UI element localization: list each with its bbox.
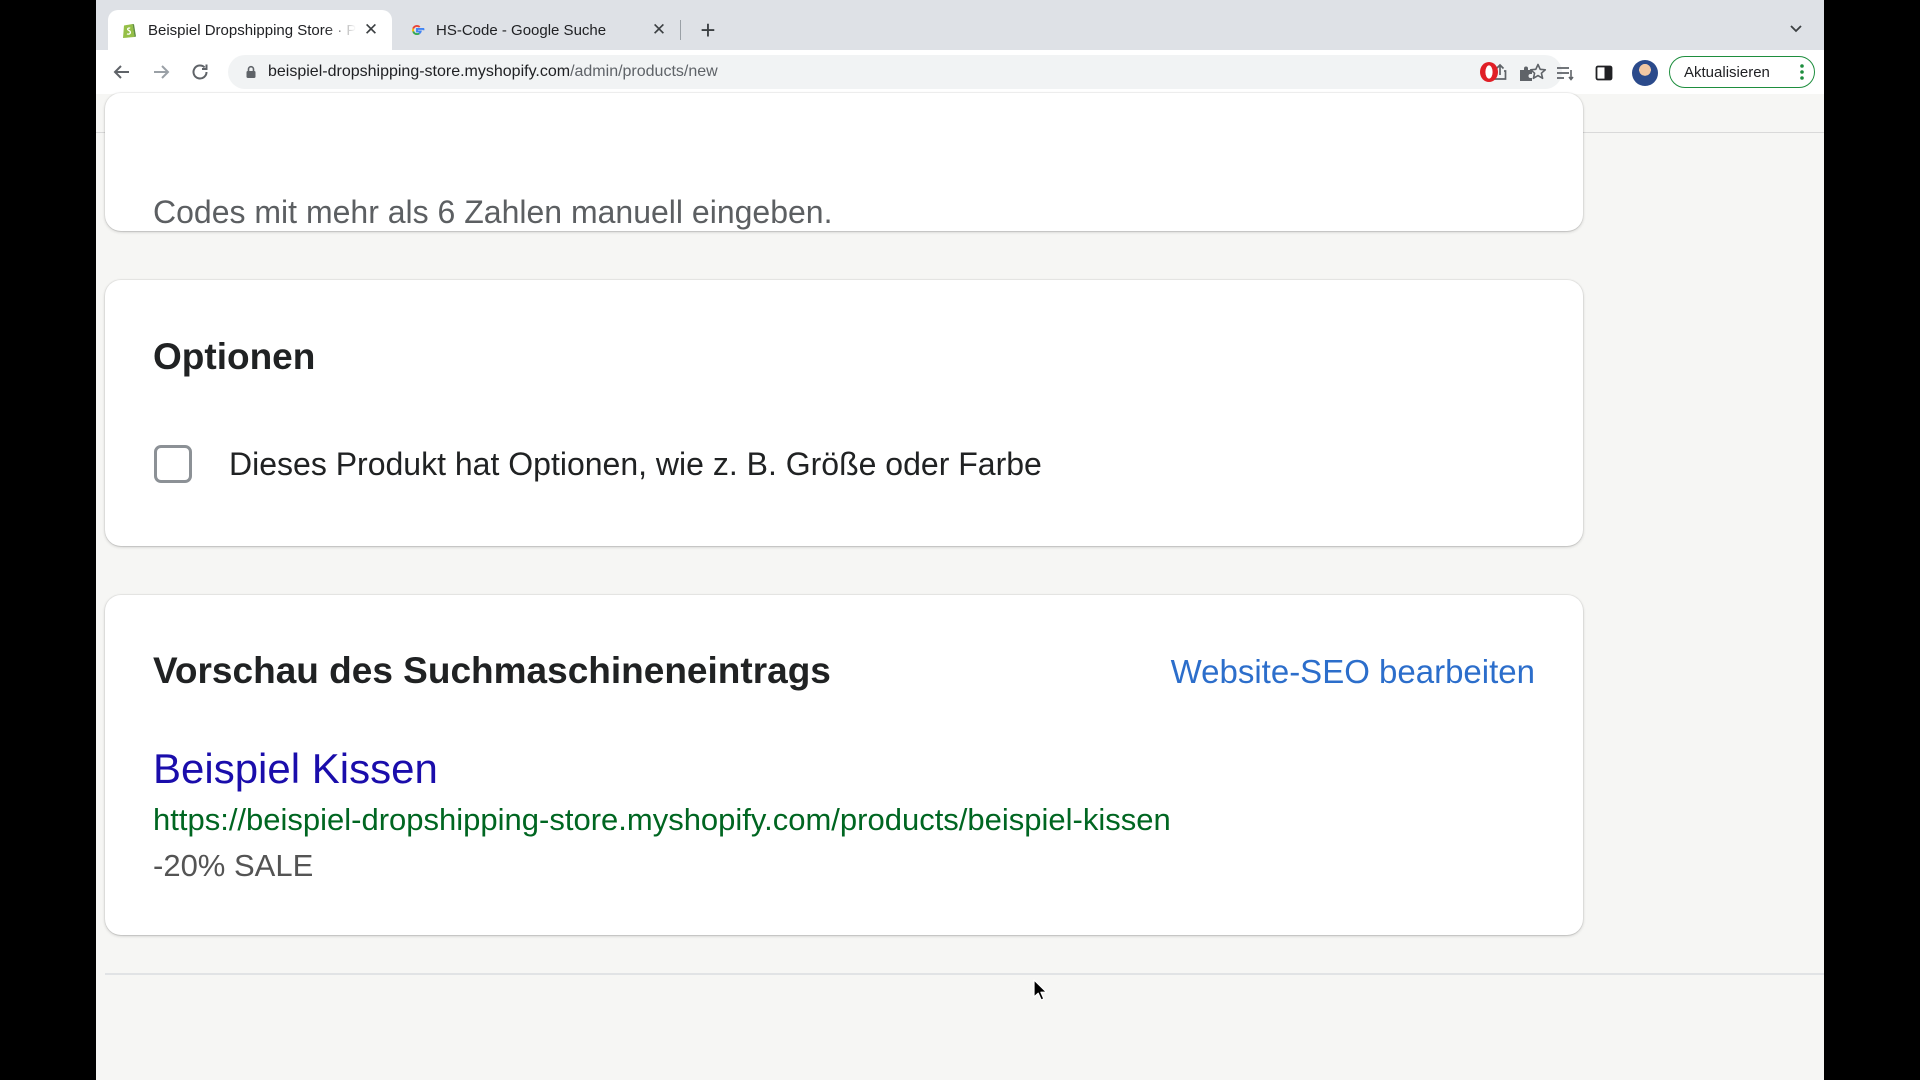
chevron-down-icon[interactable] xyxy=(1786,18,1806,38)
shopify-icon xyxy=(123,24,136,38)
tab-strip: Beispiel Dropshipping Store · Produkt hi… xyxy=(96,0,1824,50)
seo-preview-url: https://beispiel-dropshipping-store.mysh… xyxy=(153,802,1171,837)
hs-code-card: Codes mit mehr als 6 Zahlen manuell eing… xyxy=(105,93,1583,231)
edit-seo-link[interactable]: Website-SEO bearbeiten xyxy=(1171,653,1535,691)
update-button[interactable]: Aktualisieren xyxy=(1669,56,1815,88)
more-menu-icon[interactable] xyxy=(1800,62,1804,82)
tab-title: Beispiel Dropshipping Store · Produkt hi… xyxy=(148,21,356,39)
has-options-checkbox[interactable] xyxy=(154,445,192,483)
seo-preview-card: Vorschau des Suchmaschineneintrags Websi… xyxy=(105,595,1583,935)
reload-icon[interactable] xyxy=(188,60,212,84)
options-title: Optionen xyxy=(153,336,316,377)
tab-google[interactable]: HS-Code - Google Suche ✕ xyxy=(396,10,680,50)
browser-toolbar: beispiel-dropshipping-store.myshopify.co… xyxy=(96,50,1824,94)
mouse-cursor-icon xyxy=(1033,979,1048,1001)
tab-title: HS-Code - Google Suche xyxy=(436,21,607,39)
side-panel-icon[interactable] xyxy=(1593,62,1615,84)
lock-icon xyxy=(246,65,256,78)
seo-preview-page-title: Beispiel Kissen xyxy=(153,745,438,792)
puzzle-extensions-icon[interactable] xyxy=(1516,62,1538,84)
reading-list-icon[interactable] xyxy=(1554,62,1576,84)
forward-arrow-icon[interactable] xyxy=(149,60,173,84)
url-host: beispiel-dropshipping-store.myshopify.co… xyxy=(268,63,571,80)
seo-preview-description: -20% SALE xyxy=(153,848,314,883)
browser-window: Beispiel Dropshipping Store · Produkt hi… xyxy=(96,0,1824,1080)
opera-extension-icon[interactable] xyxy=(1478,61,1500,83)
close-tab-icon[interactable]: ✕ xyxy=(650,21,668,39)
seo-preview-title: Vorschau des Suchmaschineneintrags xyxy=(153,650,831,691)
hs-code-hint: Codes mit mehr als 6 Zahlen manuell eing… xyxy=(153,194,833,230)
url-path: /admin/products/new xyxy=(570,63,718,80)
page-footer-divider xyxy=(105,973,1824,975)
back-arrow-icon[interactable] xyxy=(110,60,134,84)
profile-avatar[interactable] xyxy=(1632,60,1658,86)
url-text: beispiel-dropshipping-store.myshopify.co… xyxy=(268,63,718,81)
page-content: Codes mit mehr als 6 Zahlen manuell eing… xyxy=(96,93,1824,1080)
google-icon xyxy=(412,24,425,36)
address-bar[interactable]: beispiel-dropshipping-store.myshopify.co… xyxy=(228,55,1562,89)
update-button-label: Aktualisieren xyxy=(1684,63,1770,81)
new-tab-button[interactable]: + xyxy=(694,16,722,44)
tab-shopify[interactable]: Beispiel Dropshipping Store · Produkt hi… xyxy=(108,10,392,50)
tab-divider xyxy=(680,20,681,40)
options-card: Optionen Dieses Produkt hat Optionen, wi… xyxy=(105,280,1583,546)
has-options-label[interactable]: Dieses Produkt hat Optionen, wie z. B. G… xyxy=(229,445,1042,483)
close-tab-icon[interactable]: ✕ xyxy=(362,21,380,39)
